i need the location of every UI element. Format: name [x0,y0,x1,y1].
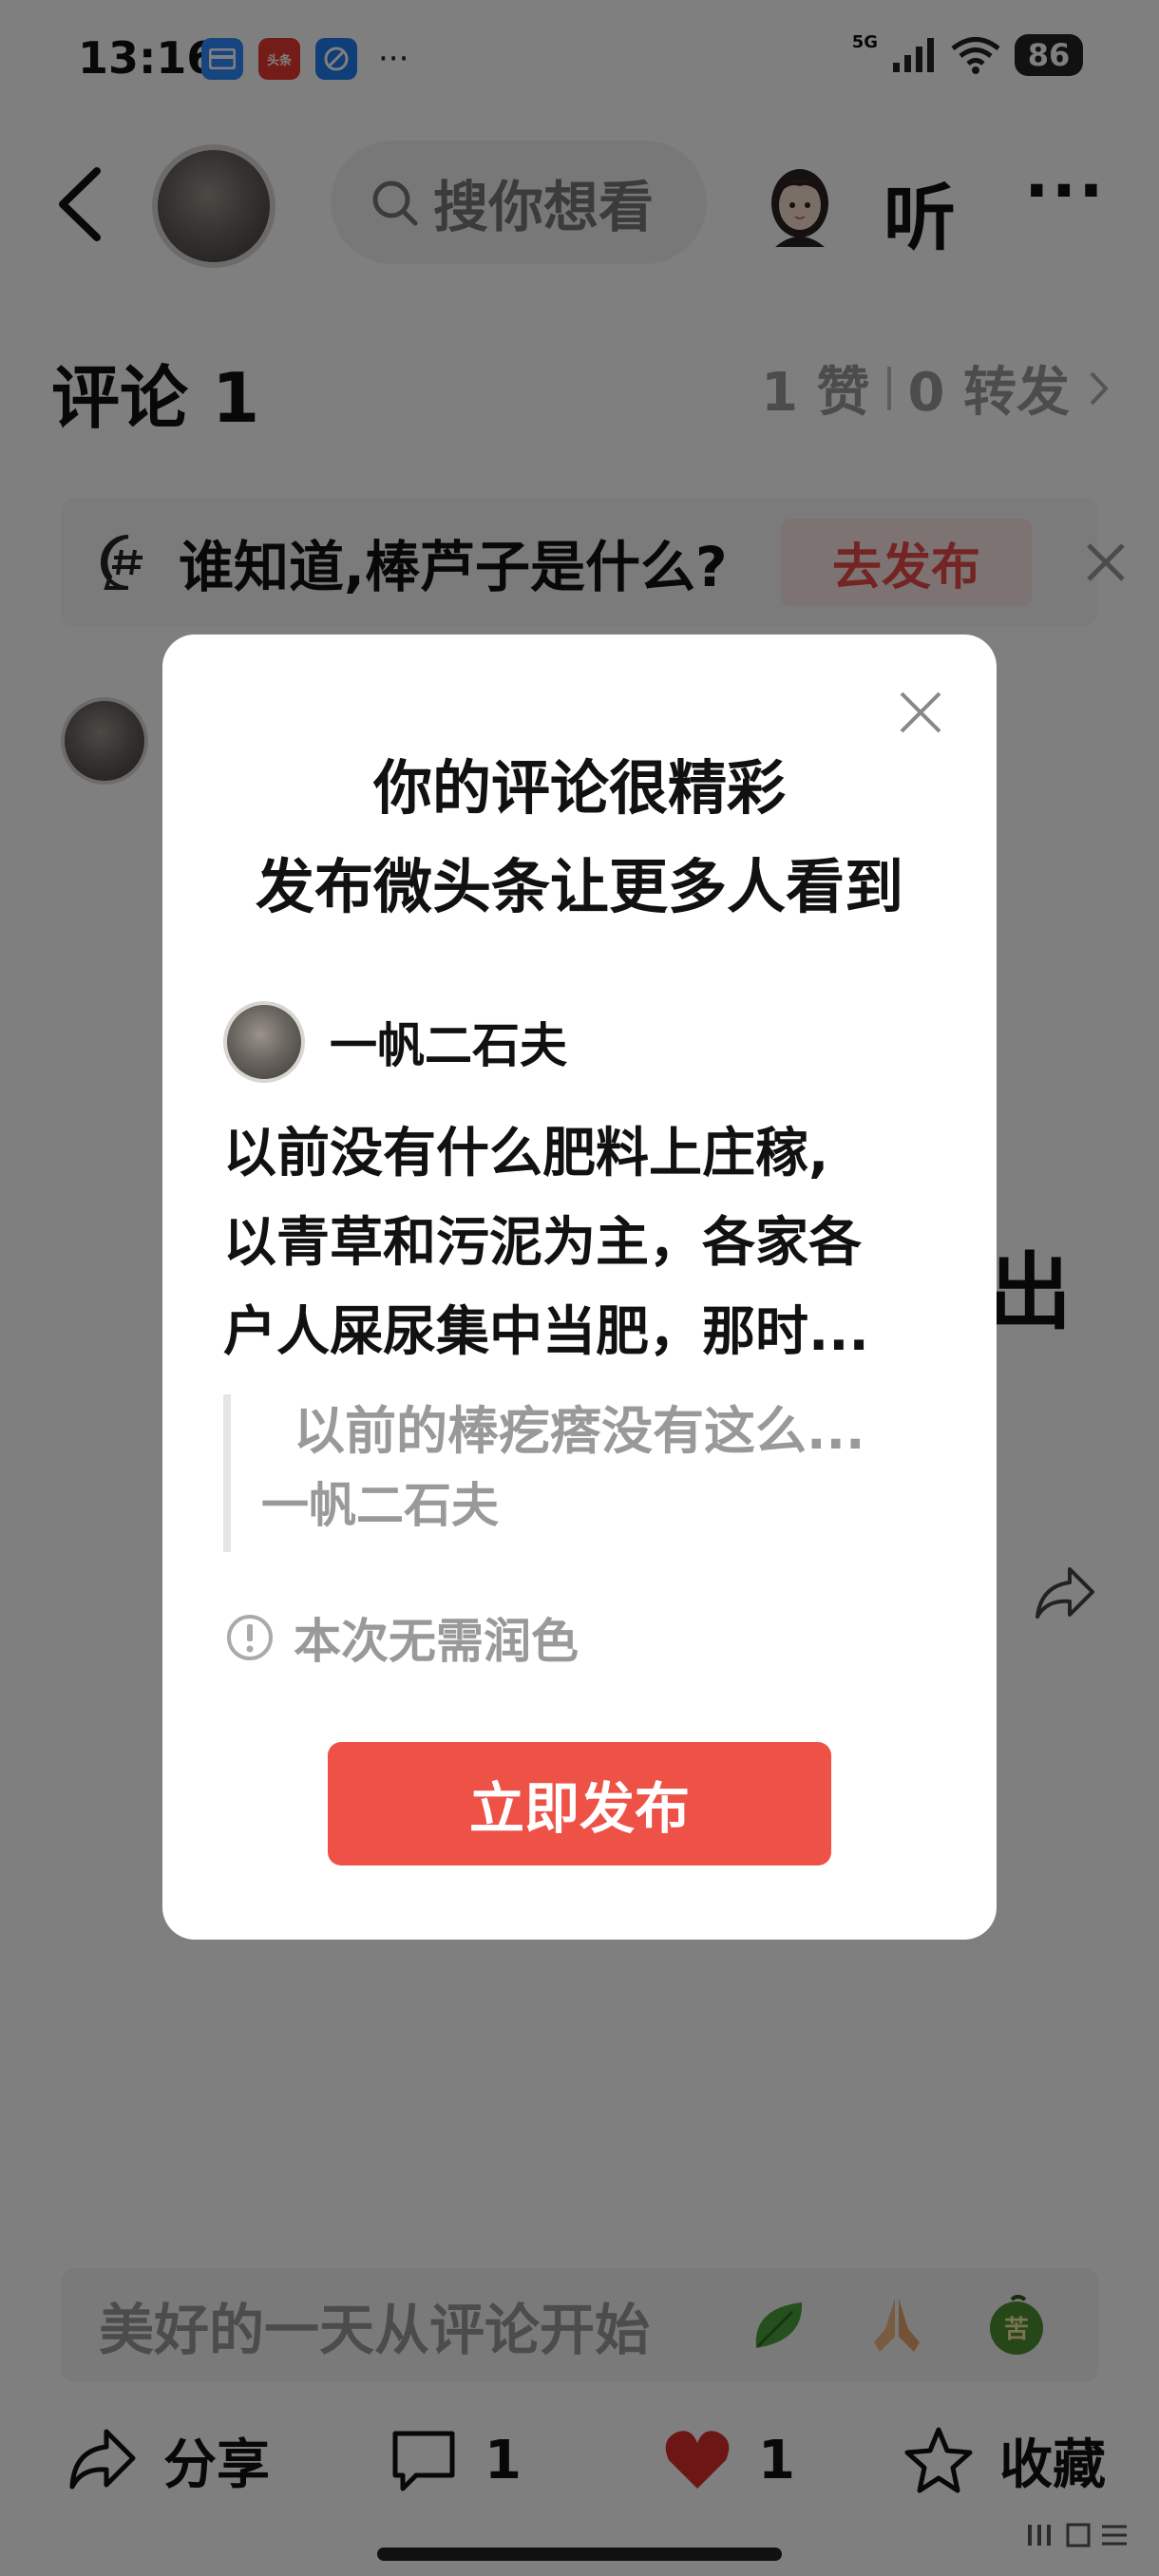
polish-note: 本次无需润色 [225,1603,579,1672]
dialog-title-line2: 发布微头条让更多人看到 [255,852,903,921]
publish-now-button[interactable]: 立即发布 [328,1742,831,1866]
dialog-title-line1: 你的评论很精彩 [372,753,786,823]
dialog-user: 一帆二石夫 [223,1001,567,1083]
quote-text: 以前的棒疙瘩没有这么... [294,1401,865,1461]
username: 一帆二石夫 [330,1018,567,1073]
polish-note-text: 本次无需润色 [294,1614,579,1669]
close-icon[interactable] [894,686,947,739]
dialog-title: 你的评论很精彩 发布微头条让更多人看到 [162,739,997,937]
info-icon [227,1615,273,1660]
avatar [223,1001,305,1083]
comment-line: 以青草和污泥为主，各家各 [223,1212,862,1274]
comment-preview: 以前没有什么肥料上庄稼, 以青草和污泥为主，各家各 户人屎尿集中当肥，那时... [223,1109,945,1377]
quote-author: 一帆二石夫 [261,1478,499,1533]
quoted-content: 以前的棒疙瘩没有这么... 一帆二石夫 [223,1394,945,1552]
comment-line: 以前没有什么肥料上庄稼, [223,1123,829,1184]
publish-prompt-dialog: 你的评论很精彩 发布微头条让更多人看到 一帆二石夫 以前没有什么肥料上庄稼, 以… [162,635,997,1940]
comment-line: 户人屎尿集中当肥，那时... [223,1301,869,1363]
